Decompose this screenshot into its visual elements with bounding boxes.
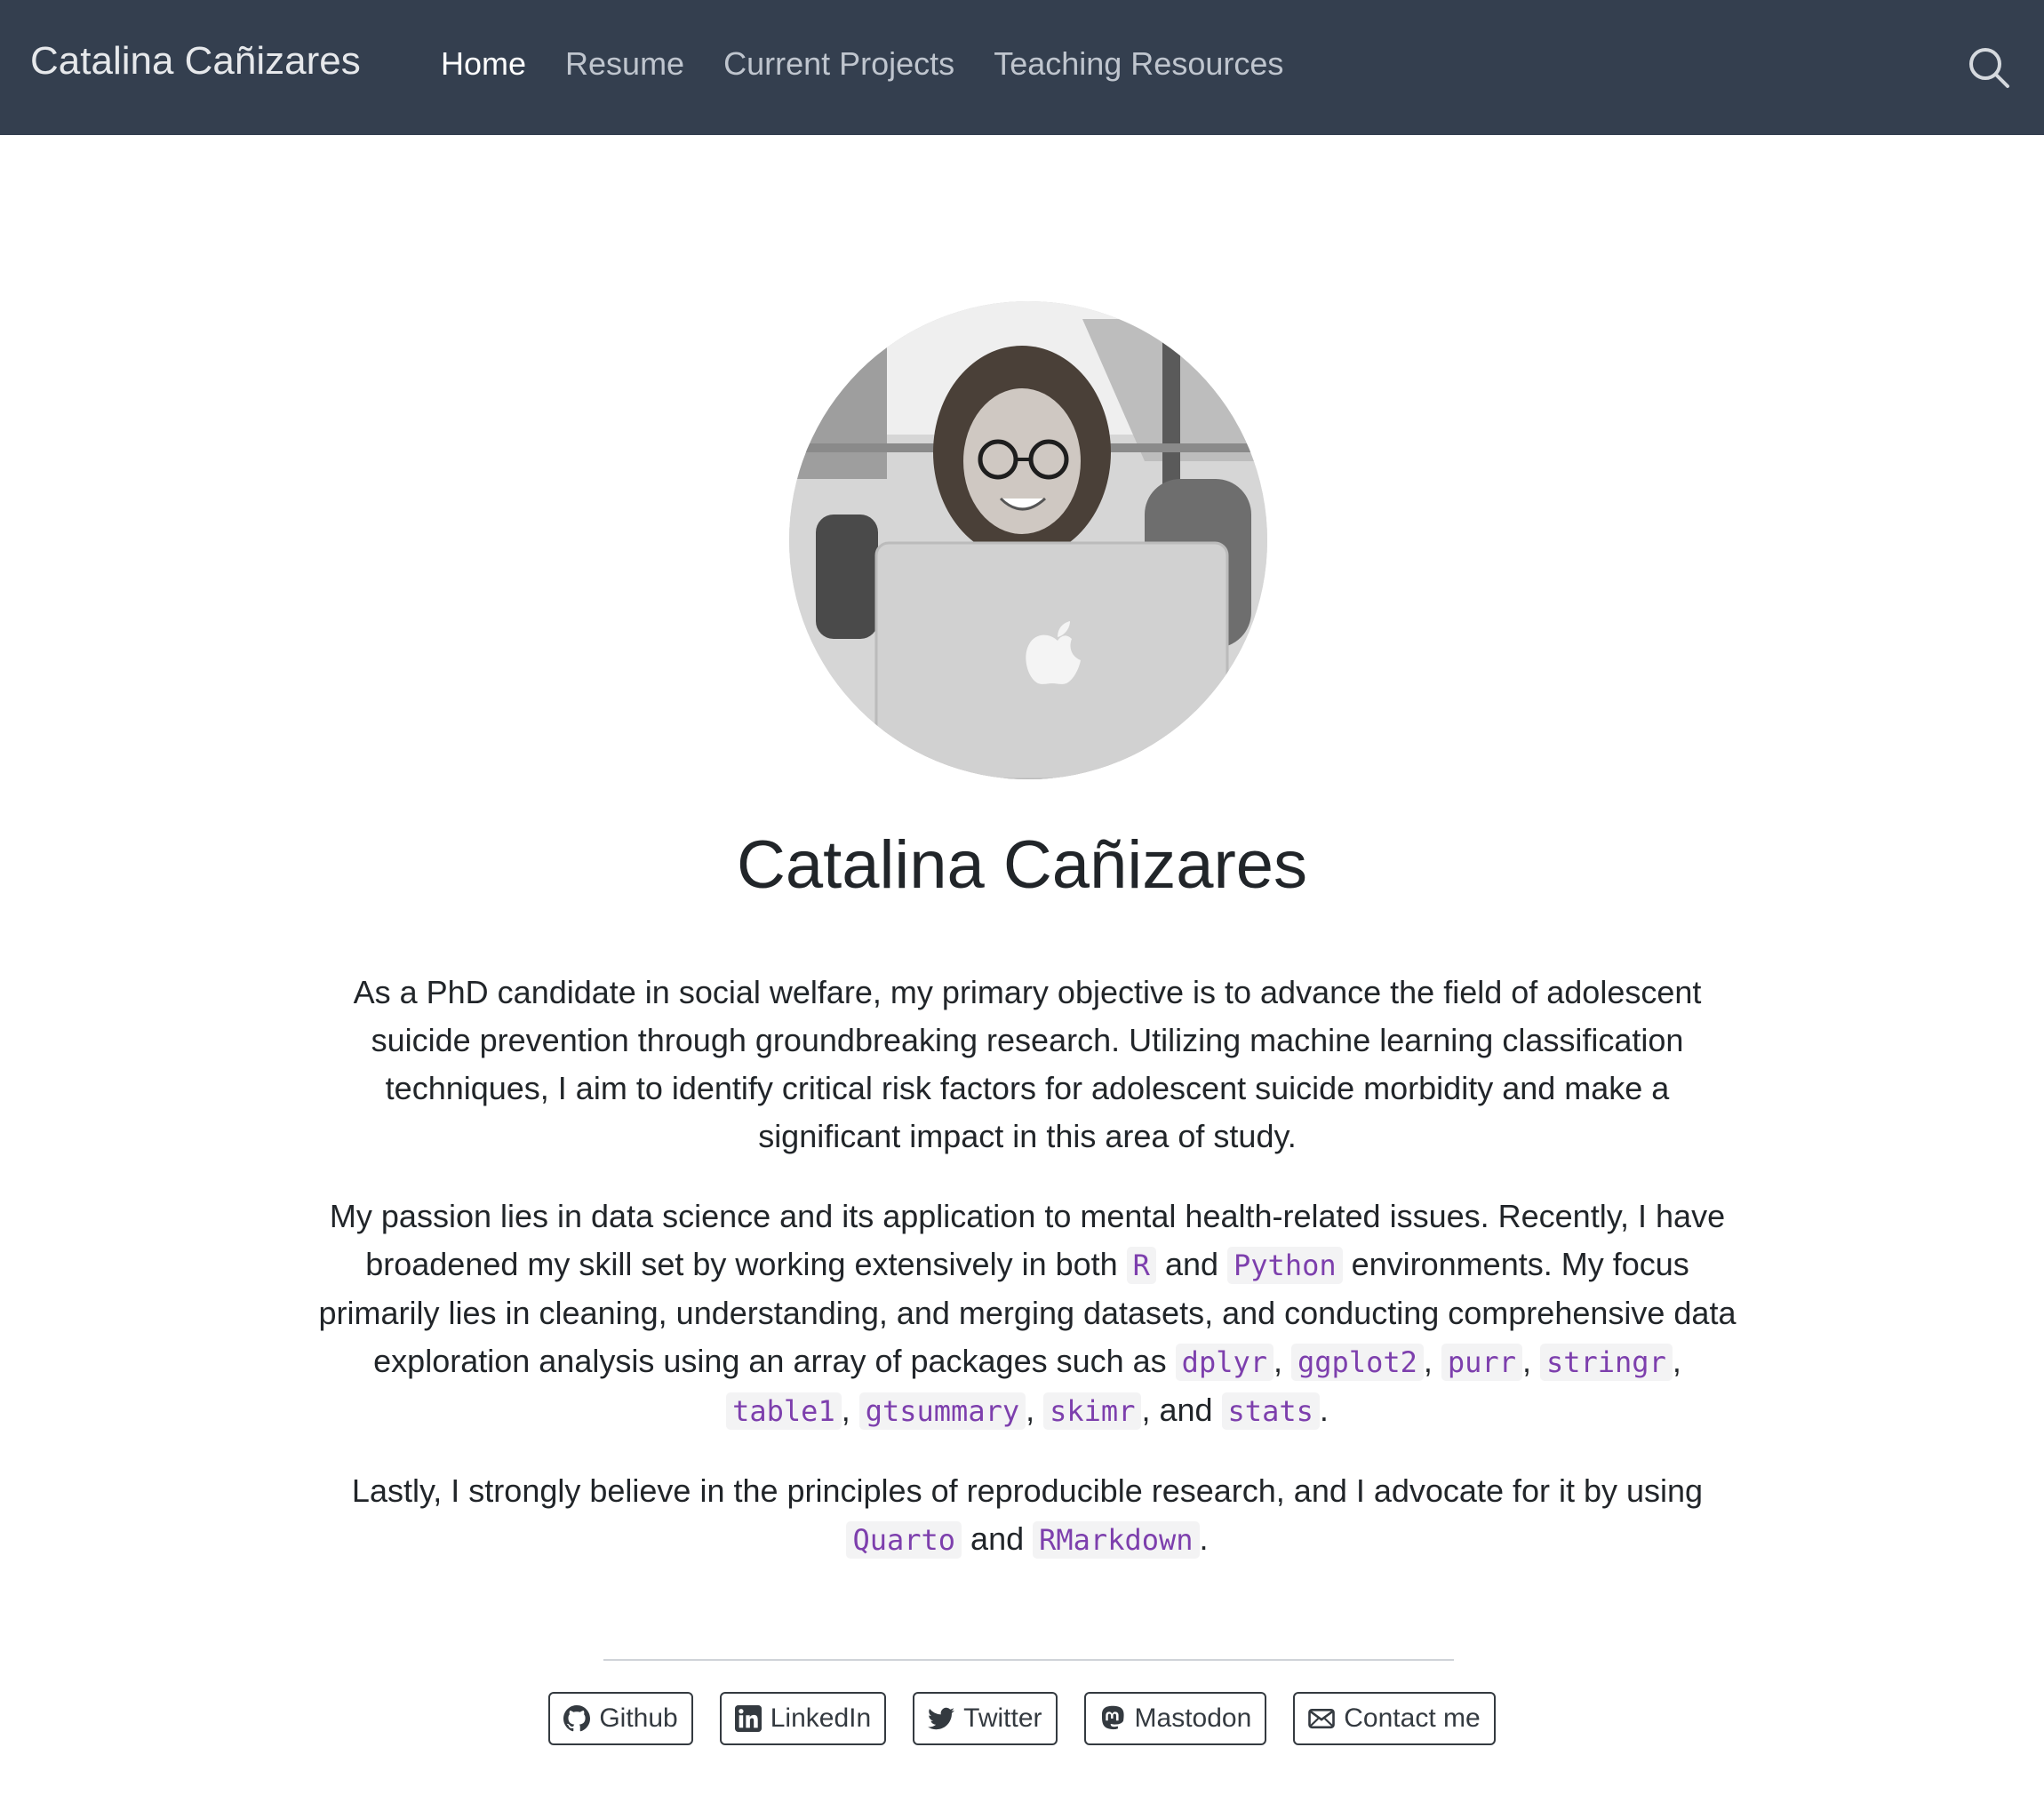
github-link[interactable]: Github: [548, 1692, 693, 1745]
code-ggplot2: ggplot2: [1291, 1344, 1424, 1381]
mastodon-link[interactable]: Mastodon: [1083, 1692, 1267, 1745]
code-skimr: skimr: [1043, 1392, 1142, 1430]
page-title: Catalina Cañizares: [736, 827, 1308, 903]
github-icon: [563, 1705, 591, 1732]
text-segment: Lastly, I strongly believe in the princi…: [351, 1472, 1704, 1509]
about-paragraph-3: Lastly, I strongly believe in the princi…: [311, 1467, 1744, 1564]
twitter-icon: [928, 1707, 955, 1730]
mastodon-link-label: Mastodon: [1134, 1703, 1252, 1733]
linkedin-icon: [734, 1705, 762, 1732]
text-segment: ,: [1672, 1343, 1681, 1379]
mastodon-icon: [1101, 1705, 1124, 1730]
code-table1: table1: [726, 1392, 842, 1430]
github-link-label: Github: [599, 1703, 678, 1733]
nav-link-current-projects[interactable]: Current Projects: [723, 44, 954, 84]
twitter-link-label: Twitter: [963, 1703, 1042, 1733]
contact-me-link[interactable]: Contact me: [1293, 1692, 1496, 1745]
code-purr: purr: [1441, 1344, 1522, 1381]
top-navbar: Catalina Cañizares Home Resume Current P…: [0, 0, 2044, 135]
text-segment: and: [962, 1520, 1034, 1557]
text-segment: ,: [1274, 1343, 1292, 1379]
site-brand-link[interactable]: Catalina Cañizares: [30, 39, 361, 84]
search-icon: [1969, 48, 2009, 88]
code-stats: stats: [1221, 1392, 1320, 1430]
linkedin-link-label: LinkedIn: [770, 1703, 872, 1733]
code-quarto: Quarto: [846, 1521, 962, 1559]
section-divider: [603, 1659, 1454, 1661]
profile-photo-illustration: [789, 301, 1267, 779]
nav-link-resume[interactable]: Resume: [565, 44, 684, 84]
text-segment: , and: [1141, 1392, 1222, 1428]
social-links: Github LinkedIn Twitter Mastodon Contact…: [0, 1692, 2044, 1745]
text-segment: ,: [1026, 1392, 1044, 1428]
about-paragraph-2: My passion lies in data science and its …: [311, 1193, 1744, 1435]
nav-links: Home Resume Current Projects Teaching Re…: [441, 44, 1283, 84]
code-r: R: [1126, 1247, 1156, 1284]
about-section: As a PhD candidate in social welfare, my…: [311, 969, 1744, 1596]
twitter-link[interactable]: Twitter: [913, 1692, 1058, 1745]
text-segment: ,: [1521, 1343, 1540, 1379]
text-segment: .: [1199, 1520, 1209, 1557]
nav-link-home[interactable]: Home: [441, 44, 526, 84]
envelope-icon: [1308, 1708, 1336, 1729]
text-segment: ,: [1423, 1343, 1441, 1379]
code-rmarkdown: RMarkdown: [1033, 1521, 1200, 1559]
code-dplyr: dplyr: [1175, 1344, 1274, 1381]
about-paragraph-1: As a PhD candidate in social welfare, my…: [353, 974, 1702, 1154]
text-segment: .: [1319, 1392, 1329, 1428]
text-segment: and: [1155, 1246, 1228, 1282]
linkedin-link[interactable]: LinkedIn: [719, 1692, 887, 1745]
contact-me-link-label: Contact me: [1344, 1703, 1481, 1733]
code-python: Python: [1227, 1247, 1343, 1284]
text-segment: ,: [841, 1392, 859, 1428]
nav-link-teaching-resources[interactable]: Teaching Resources: [994, 44, 1283, 84]
search-button[interactable]: [1964, 43, 2014, 92]
code-stringr: stringr: [1539, 1344, 1673, 1381]
code-gtsummary: gtsummary: [858, 1392, 1026, 1430]
profile-photo: [789, 301, 1267, 779]
